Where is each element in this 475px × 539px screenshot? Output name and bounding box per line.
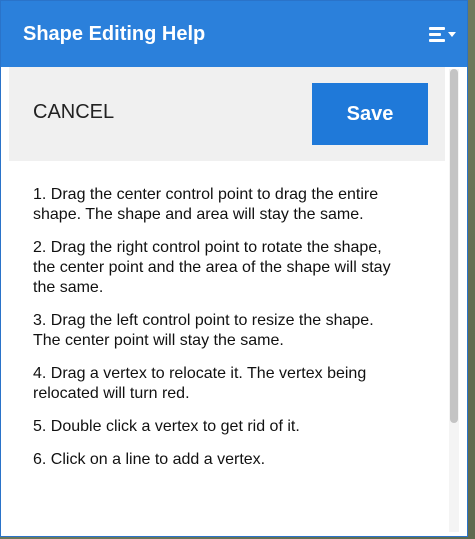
instruction-list: 1. Drag the center control point to drag… — [33, 185, 403, 483]
instruction-item: 1. Drag the center control point to drag… — [33, 186, 379, 223]
cancel-button[interactable]: CANCEL — [33, 101, 114, 124]
scrollbar-thumb[interactable] — [450, 69, 458, 423]
panel-content: CANCEL Save 1. Drag the center control p… — [1, 67, 467, 536]
instruction-item: 3. Drag the left control point to resize… — [33, 312, 374, 349]
shape-editing-help-panel: Shape Editing Help CANCEL Save 1. Drag t… — [0, 0, 468, 537]
save-button[interactable]: Save — [312, 83, 428, 145]
menu-list-icon — [429, 26, 445, 42]
scrollbar[interactable] — [449, 69, 459, 532]
panel-title: Shape Editing Help — [23, 22, 206, 45]
instruction-item: 2. Drag the right control point to rotat… — [33, 239, 391, 296]
chevron-down-icon — [448, 31, 456, 37]
instruction-item: 5. Double click a vertex to get rid of i… — [33, 418, 300, 435]
menu-button[interactable] — [429, 23, 456, 45]
instruction-item: 6. Click on a line to add a vertex. — [33, 451, 266, 468]
action-bar: CANCEL Save — [9, 67, 445, 161]
instruction-item: 4. Drag a vertex to relocate it. The ver… — [33, 365, 367, 402]
panel-header: Shape Editing Help — [1, 1, 467, 67]
